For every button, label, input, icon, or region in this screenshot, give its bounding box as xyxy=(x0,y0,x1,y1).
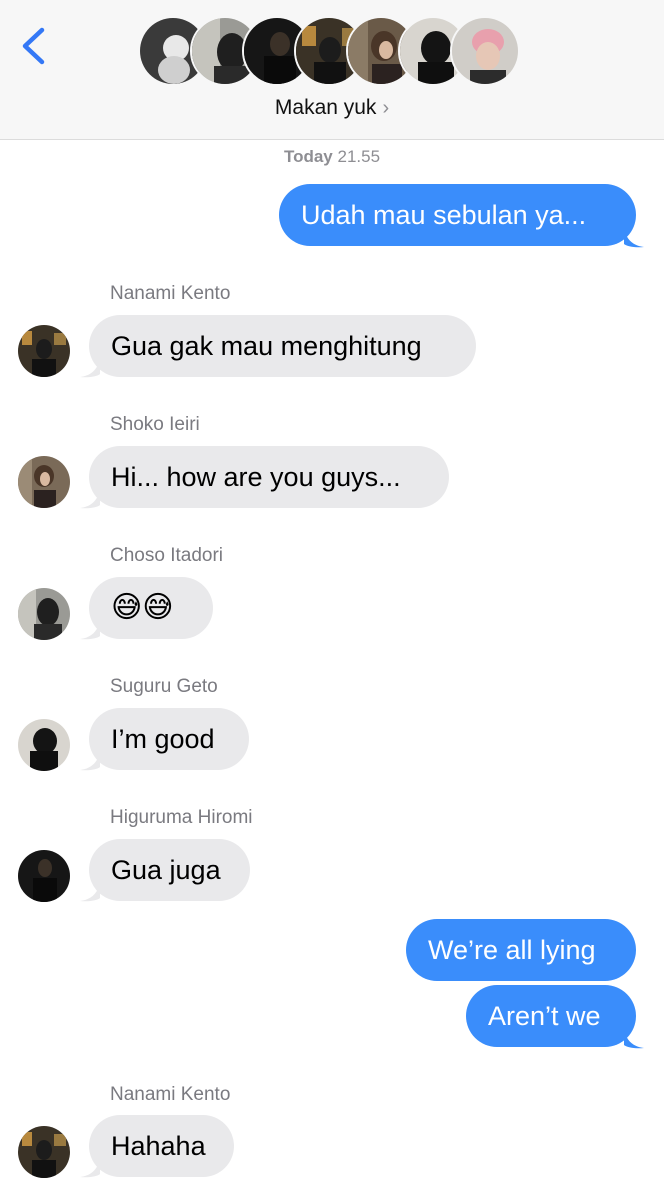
message-text: Hi... how are you guys... xyxy=(111,462,401,492)
incoming-message-bubble[interactable]: 😅😅 xyxy=(89,577,213,639)
bubble-tail xyxy=(80,358,100,378)
chevron-left-icon xyxy=(22,27,45,65)
back-button[interactable] xyxy=(14,24,54,68)
incoming-message-bubble[interactable]: Gua juga xyxy=(89,839,250,901)
message-text: Udah mau sebulan ya... xyxy=(301,200,587,230)
bubble-tail xyxy=(80,751,100,771)
message-text: Gua gak mau menghitung xyxy=(111,331,422,361)
sender-name: Nanami Kento xyxy=(110,1084,231,1105)
sender-avatar xyxy=(18,1126,70,1178)
incoming-message-bubble[interactable]: I’m good xyxy=(89,708,249,770)
sender-avatar xyxy=(18,850,70,902)
bubble-tail xyxy=(80,620,100,640)
group-name[interactable]: Makan yuk › xyxy=(0,96,664,120)
message-text: We’re all lying xyxy=(428,935,596,965)
sender-name: Higuruma Hiromi xyxy=(110,807,253,828)
sender-name: Nanami Kento xyxy=(110,283,231,304)
bubble-tail xyxy=(624,1029,644,1049)
incoming-message-bubble[interactable]: Hahaha xyxy=(89,1115,234,1177)
timestamp-time: 21.55 xyxy=(337,147,381,166)
group-name-label: Makan yuk xyxy=(274,96,377,119)
outgoing-message-bubble[interactable]: Udah mau sebulan ya... xyxy=(279,184,636,246)
incoming-message-bubble[interactable]: Hi... how are you guys... xyxy=(89,446,449,508)
outgoing-message-bubble[interactable]: We’re all lying xyxy=(406,919,636,981)
message-text: 😅😅 xyxy=(111,591,174,624)
sender-avatar xyxy=(18,325,70,377)
chevron-right-icon: › xyxy=(382,97,390,119)
bubble-tail xyxy=(80,882,100,902)
sender-avatar xyxy=(18,719,70,771)
bubble-tail xyxy=(624,228,644,248)
bubble-tail xyxy=(80,489,100,509)
message-text: I’m good xyxy=(111,724,215,754)
outgoing-message-bubble[interactable]: Aren’t we xyxy=(466,985,636,1047)
conversation-header: Makan yuk › xyxy=(0,0,664,140)
timestamp-day: Today xyxy=(283,147,333,166)
sender-name: Suguru Geto xyxy=(110,676,218,697)
sender-avatar xyxy=(18,456,70,508)
timestamp: Today 21.55 xyxy=(0,147,664,167)
message-text: Aren’t we xyxy=(488,1001,601,1031)
message-text: Gua juga xyxy=(111,855,221,885)
sender-avatar xyxy=(18,588,70,640)
message-text: Hahaha xyxy=(111,1131,206,1161)
group-avatar-stack[interactable] xyxy=(138,16,528,88)
sender-name: Shoko Ieiri xyxy=(110,414,200,435)
sender-name: Choso Itadori xyxy=(110,545,224,566)
incoming-message-bubble[interactable]: Gua gak mau menghitung xyxy=(89,315,476,377)
participant-avatar xyxy=(450,16,520,86)
bubble-tail xyxy=(80,1158,100,1178)
